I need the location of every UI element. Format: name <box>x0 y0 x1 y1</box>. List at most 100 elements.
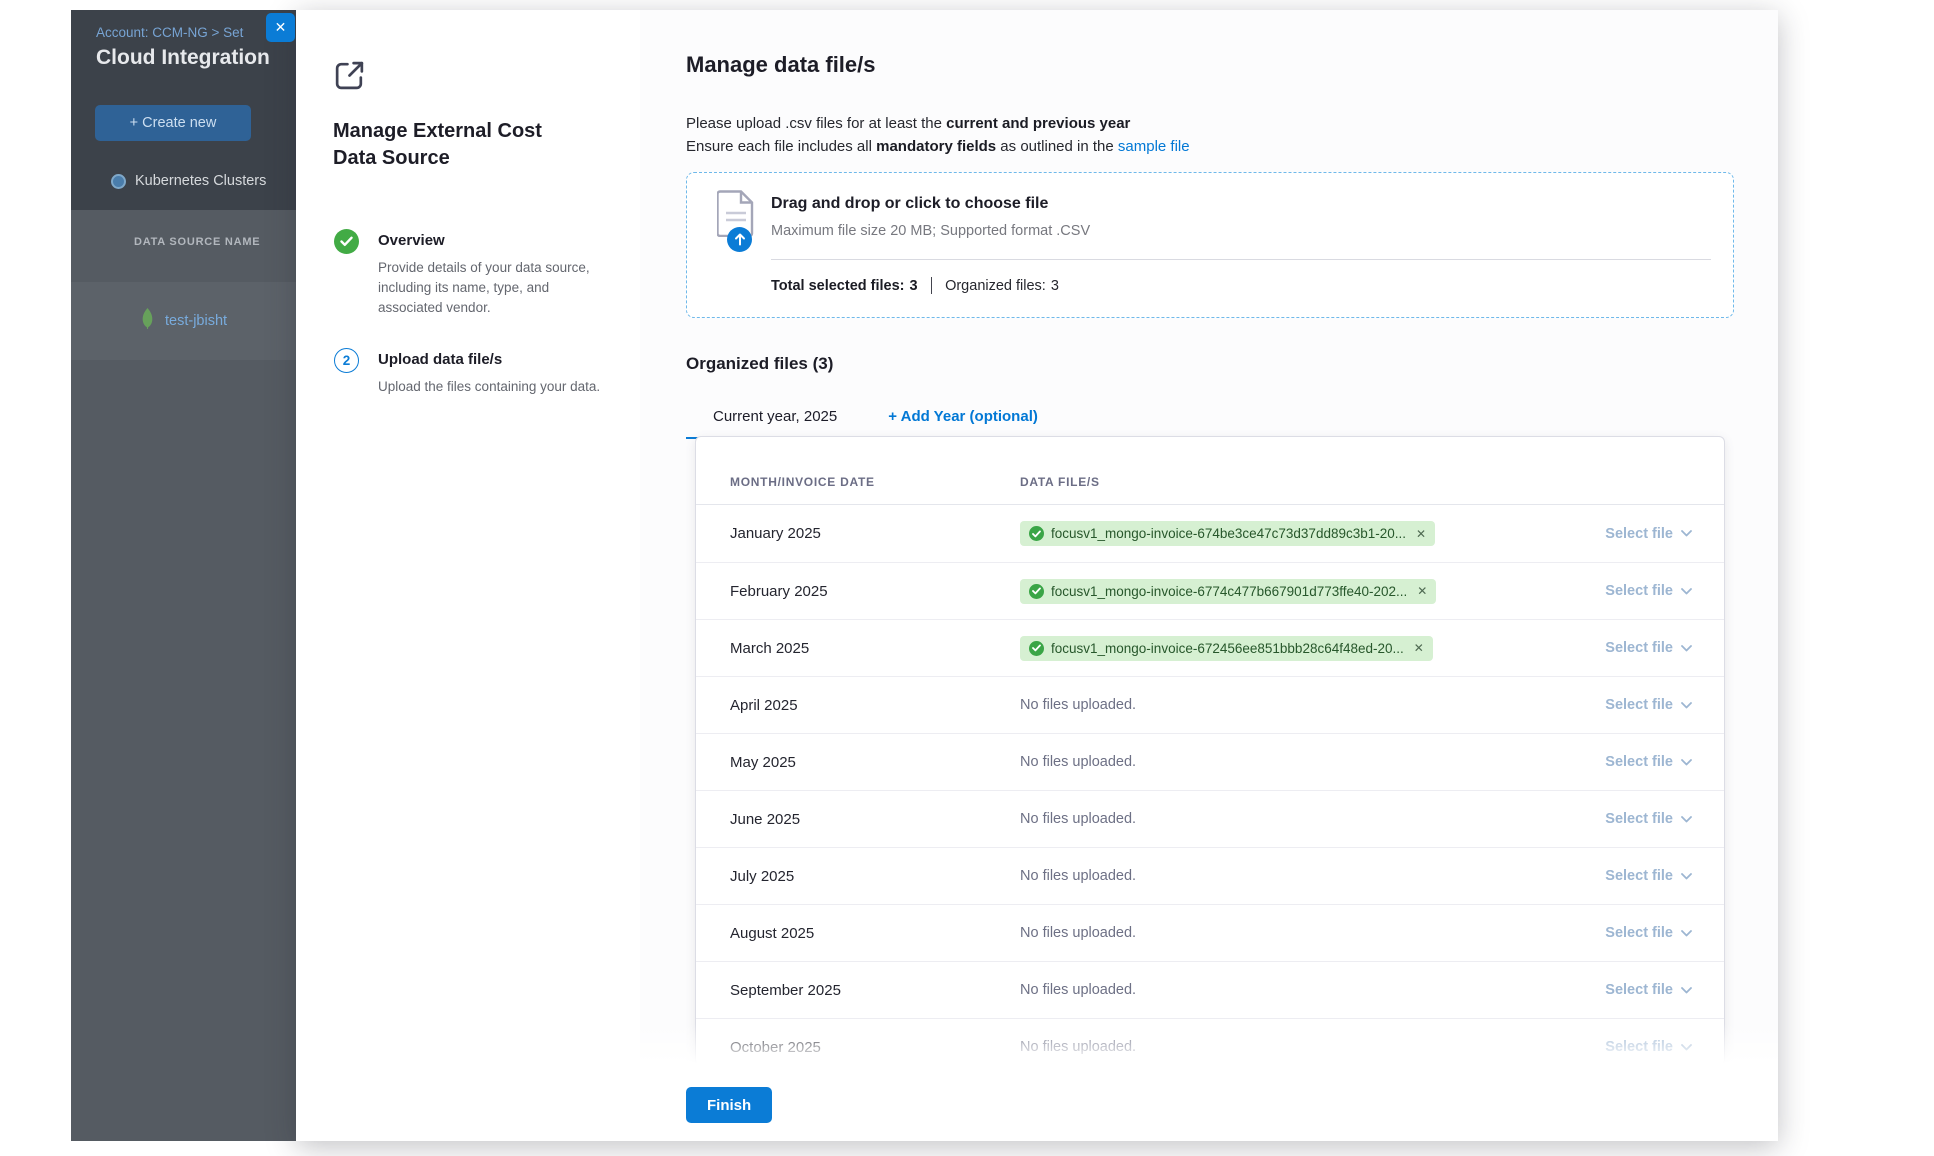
dropzone-subtitle: Maximum file size 20 MB; Supported forma… <box>771 223 1090 239</box>
step-description: Provide details of your data source, inc… <box>378 258 602 318</box>
organized-files-value: 3 <box>1051 278 1059 294</box>
tab-label: Kubernetes Clusters <box>135 173 266 189</box>
table-row: September 2025 No files uploaded. Select… <box>696 961 1724 1018</box>
file-check-icon <box>1029 641 1044 656</box>
no-files-text: No files uploaded. <box>1020 1039 1136 1055</box>
file-cell: No files uploaded. Select file <box>1020 868 1692 884</box>
select-file-dropdown[interactable]: Select file <box>1605 583 1692 599</box>
select-file-dropdown[interactable]: Select file <box>1605 811 1692 827</box>
file-check-icon <box>1029 584 1044 599</box>
table-row: February 2025 focusv1_mongo-invoice-6774… <box>696 562 1724 619</box>
file-remove-icon[interactable]: ✕ <box>1416 527 1426 541</box>
table-row: August 2025 No files uploaded. Select fi… <box>696 904 1724 961</box>
month-label: February 2025 <box>730 583 1020 600</box>
file-cell: focusv1_mongo-invoice-672456ee851bbb28c6… <box>1020 636 1692 661</box>
table-row: May 2025 No files uploaded. Select file <box>696 733 1724 790</box>
select-file-label: Select file <box>1605 583 1673 599</box>
stats-divider <box>931 277 933 294</box>
table-row: April 2025 No files uploaded. Select fil… <box>696 676 1724 733</box>
instruction-text: Please upload .csv files for at least th… <box>686 115 946 132</box>
month-label: May 2025 <box>730 754 1020 771</box>
external-link-icon <box>332 58 367 98</box>
chevron-down-icon <box>1681 645 1692 652</box>
select-file-label: Select file <box>1605 640 1673 656</box>
add-year-link[interactable]: + Add Year (optional) <box>888 406 1038 425</box>
no-files-text: No files uploaded. <box>1020 697 1136 713</box>
month-label: June 2025 <box>730 811 1020 828</box>
select-file-dropdown[interactable]: Select file <box>1605 1039 1692 1055</box>
instruction-bold: mandatory fields <box>876 138 996 155</box>
file-chip: focusv1_mongo-invoice-672456ee851bbb28c6… <box>1020 636 1433 661</box>
file-cell: No files uploaded. Select file <box>1020 1039 1692 1055</box>
chevron-down-icon <box>1681 588 1692 595</box>
step-number-badge: 2 <box>334 348 359 373</box>
file-cell: No files uploaded. Select file <box>1020 697 1692 713</box>
total-selected-label: Total selected files: <box>771 278 905 294</box>
create-new-button[interactable]: + Create new <box>95 105 251 141</box>
sample-file-link[interactable]: sample file <box>1118 138 1190 155</box>
tab-kubernetes-clusters[interactable]: Kubernetes Clusters <box>111 164 266 198</box>
instruction-text: Ensure each file includes all <box>686 138 876 155</box>
data-source-link[interactable]: test-jbisht <box>165 313 227 329</box>
step-label: Overview <box>378 229 602 249</box>
select-file-label: Select file <box>1605 925 1673 941</box>
table-row[interactable]: test-jbisht <box>71 282 296 360</box>
no-files-text: No files uploaded. <box>1020 982 1136 998</box>
dropzone-stats: Total selected files: 3 Organized files:… <box>771 277 1059 294</box>
step-upload-data-files[interactable]: 2 Upload data file/s Upload the files co… <box>334 348 602 397</box>
file-chip: focusv1_mongo-invoice-674be3ce47c73d37dd… <box>1020 521 1435 546</box>
select-file-dropdown[interactable]: Select file <box>1605 925 1692 941</box>
select-file-dropdown[interactable]: Select file <box>1605 697 1692 713</box>
month-label: March 2025 <box>730 640 1020 657</box>
step-description: Upload the files containing your data. <box>378 377 602 397</box>
select-file-dropdown[interactable]: Select file <box>1605 754 1692 770</box>
file-dropzone[interactable]: Drag and drop or click to choose file Ma… <box>686 172 1734 318</box>
file-check-icon <box>1029 526 1044 541</box>
manage-external-cost-drawer: Manage External Cost Data Source Overvie… <box>296 10 1778 1141</box>
file-chip-label: focusv1_mongo-invoice-6774c477b667901d77… <box>1051 584 1407 599</box>
month-label: September 2025 <box>730 982 1020 999</box>
page-title: Cloud Integration <box>96 46 270 70</box>
select-file-dropdown[interactable]: Select file <box>1605 868 1692 884</box>
table-row: October 2025 No files uploaded. Select f… <box>696 1018 1724 1066</box>
file-remove-icon[interactable]: ✕ <box>1417 584 1427 598</box>
panel-title: Manage data file/s <box>686 52 876 78</box>
tab-current-year[interactable]: Current year, 2025 <box>686 406 864 439</box>
kubernetes-icon <box>111 174 126 189</box>
background-header: Account: CCM-NG > Set Cloud Integration … <box>71 10 296 210</box>
chevron-down-icon <box>1681 530 1692 537</box>
chevron-down-icon <box>1681 702 1692 709</box>
files-table-card: MONTH/INVOICE DATE DATA FILE/S January 2… <box>695 436 1725 1066</box>
organized-files-label: Organized files: <box>945 278 1046 294</box>
month-label: August 2025 <box>730 925 1020 942</box>
column-header-data-file: DATA FILE/S <box>1020 475 1692 489</box>
file-remove-icon[interactable]: ✕ <box>1414 641 1424 655</box>
close-button[interactable]: ✕ <box>266 13 295 42</box>
file-cell: No files uploaded. Select file <box>1020 754 1692 770</box>
dropzone-title: Drag and drop or click to choose file <box>771 195 1048 213</box>
select-file-label: Select file <box>1605 754 1673 770</box>
select-file-label: Select file <box>1605 526 1673 542</box>
select-file-label: Select file <box>1605 868 1673 884</box>
file-cell: No files uploaded. Select file <box>1020 811 1692 827</box>
total-selected-value: 3 <box>910 278 918 294</box>
chevron-down-icon <box>1681 930 1692 937</box>
upload-instructions: Please upload .csv files for at least th… <box>686 113 1190 158</box>
file-chip-label: focusv1_mongo-invoice-674be3ce47c73d37dd… <box>1051 526 1406 541</box>
close-icon: ✕ <box>275 19 287 36</box>
organized-files-heading: Organized files (3) <box>686 354 833 374</box>
drawer-title: Manage External Cost Data Source <box>333 118 575 172</box>
files-table-body: January 2025 focusv1_mongo-invoice-674be… <box>696 505 1724 1066</box>
no-files-text: No files uploaded. <box>1020 925 1136 941</box>
file-chip-label: focusv1_mongo-invoice-672456ee851bbb28c6… <box>1051 641 1404 656</box>
select-file-dropdown[interactable]: Select file <box>1605 526 1692 542</box>
step-overview[interactable]: Overview Provide details of your data so… <box>334 229 602 318</box>
breadcrumb[interactable]: Account: CCM-NG > Set <box>96 25 286 40</box>
no-files-text: No files uploaded. <box>1020 868 1136 884</box>
finish-button[interactable]: Finish <box>686 1087 772 1123</box>
select-file-dropdown[interactable]: Select file <box>1605 982 1692 998</box>
chevron-down-icon <box>1681 1044 1692 1051</box>
select-file-dropdown[interactable]: Select file <box>1605 640 1692 656</box>
upload-arrow-icon <box>727 227 752 252</box>
month-label: October 2025 <box>730 1039 1020 1056</box>
